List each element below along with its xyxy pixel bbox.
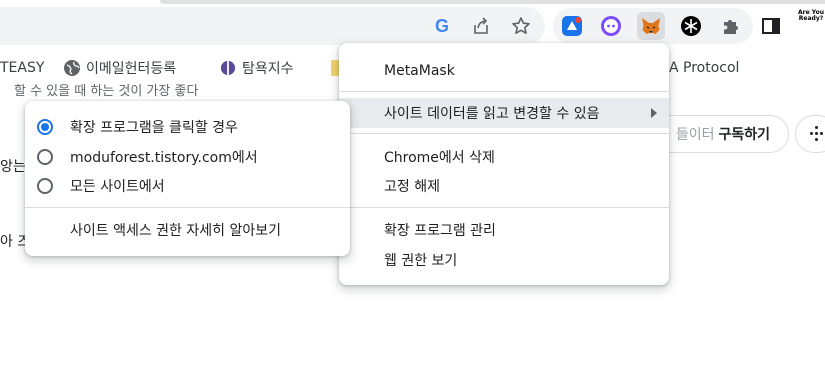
option-label: 사이트 액세스 권한 자세히 알아보기 [70,223,281,239]
google-icon[interactable]: G [428,12,456,40]
menu-item-label: 웹 권한 보기 [384,253,458,269]
puzzle-extensions-icon[interactable] [717,12,745,40]
menu-item-label: 확장 프로그램 관리 [384,223,496,239]
menu-item-label: Chrome에서 삭제 [384,150,495,166]
globe-icon [64,60,80,76]
menu-item-view-permissions[interactable]: 웹 권한 보기 [339,245,669,275]
radio-icon[interactable] [37,149,53,165]
side-panel-icon[interactable] [757,12,785,40]
address-bar[interactable] [0,7,545,45]
more-button[interactable] [795,115,825,153]
option-label: 확장 프로그램을 클릭할 경우 [70,120,238,136]
menu-item-metamask[interactable]: MetaMask [339,56,669,86]
option-label: 모든 사이트에서 [70,179,165,195]
option-on-click[interactable]: 확장 프로그램을 클릭할 경우 [25,112,350,142]
extension-context-menu: MetaMask 사이트 데이터를 읽고 변경할 수 있음 Chrome에서 삭… [339,43,669,285]
share-icon[interactable] [467,12,495,40]
menu-item-unpin[interactable]: 고정 해제 [339,171,669,201]
bookmark-teasy[interactable]: TEASY [0,58,44,78]
subscribe-muted-label: 들이터 [675,127,715,143]
page-text-fragment: 할 수 있을 때 하는 것이 가장 좋다 [14,84,199,99]
metamask-fox-icon[interactable] [637,12,665,40]
learn-more-site-access[interactable]: 사이트 액세스 권한 자세히 알아보기 [25,215,350,245]
bookmark-label: TEASY [0,60,45,76]
bookmark-label: A Protocol [669,60,740,76]
are-you-ready-label: Are You Ready? [798,9,824,22]
menu-divider [339,91,669,92]
option-all-sites[interactable]: 모든 사이트에서 [25,171,350,201]
fear-greed-icon [220,60,236,76]
bookmark-star-icon[interactable] [507,12,535,40]
menu-item-label: MetaMask [384,63,455,79]
chatbot-extension-icon[interactable] [597,12,625,40]
bookmark-label: 이메일헌터등록 [86,61,177,77]
subscribe-label: 구독하기 [718,127,770,143]
menu-divider [25,207,350,208]
option-label: moduforest.tistory.com에서 [70,150,258,166]
radio-icon[interactable] [37,178,53,194]
page-text-fragment: 앙는 [0,159,26,175]
are-you-ready-extension[interactable]: Are You Ready? [797,10,825,42]
option-on-site[interactable]: moduforest.tistory.com에서 [25,142,350,172]
site-access-submenu: 확장 프로그램을 클릭할 경우 moduforest.tistory.com에서… [25,101,350,256]
kakao-extension-icon[interactable] [558,12,586,40]
submenu-arrow-icon [651,108,657,118]
menu-divider [339,207,669,208]
menu-item-site-data[interactable]: 사이트 데이터를 읽고 변경할 수 있음 [339,98,669,128]
bookmark-email-hunter[interactable]: 이메일헌터등록 [64,58,176,78]
menu-item-manage-extensions[interactable]: 확장 프로그램 관리 [339,215,669,245]
tab-strip [160,0,825,4]
menu-divider [339,133,669,134]
bookmark-label: 탐욕지수 [242,61,294,77]
openai-extension-icon[interactable] [677,12,705,40]
menu-item-remove-from-chrome[interactable]: Chrome에서 삭제 [339,142,669,172]
radio-selected-icon[interactable] [37,119,53,135]
menu-item-label: 사이트 데이터를 읽고 변경할 수 있음 [384,106,600,122]
bookmark-fear-greed[interactable]: 탐욕지수 [220,58,294,78]
bookmark-a-protocol[interactable]: A Protocol [669,58,739,78]
menu-item-label: 고정 해제 [384,179,440,195]
browser-window: G Are You Ready? TEASY 이메일헌터등록 탐욕지수 A Pr… [0,0,825,367]
dots-icon [809,126,825,142]
